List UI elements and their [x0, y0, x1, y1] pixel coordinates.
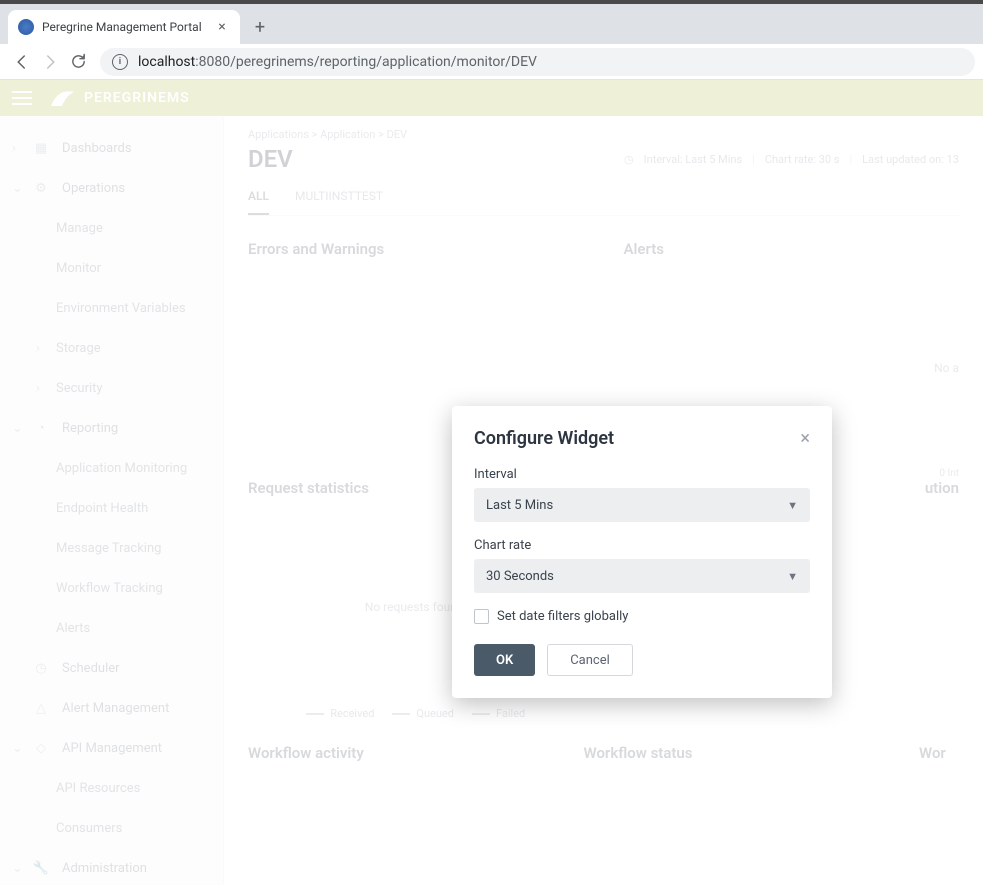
menu-icon[interactable]: [12, 91, 32, 105]
favicon: [18, 19, 34, 35]
global-filter-checkbox-row[interactable]: Set date filters globally: [474, 609, 810, 624]
chart-rate-select[interactable]: 30 Seconds ▼: [474, 559, 810, 593]
interval-select[interactable]: Last 5 Mins ▼: [474, 488, 810, 522]
browser-tab-strip: Peregrine Management Portal × +: [0, 4, 983, 44]
interval-label: Interval: [474, 467, 810, 482]
site-info-icon[interactable]: i: [112, 54, 128, 70]
ok-button[interactable]: OK: [474, 644, 535, 676]
chart-rate-label: Chart rate: [474, 538, 810, 553]
url-port: :8080: [195, 54, 230, 70]
brand-logo-icon: [48, 86, 78, 110]
chevron-down-icon: ▼: [787, 499, 798, 512]
forward-button[interactable]: [36, 48, 64, 76]
close-icon[interactable]: ×: [800, 428, 810, 449]
url-host: localhost: [138, 54, 195, 70]
url-field[interactable]: i localhost:8080/peregrinems/reporting/a…: [100, 48, 975, 76]
address-bar: i localhost:8080/peregrinems/reporting/a…: [0, 44, 983, 80]
close-tab-icon[interactable]: ×: [214, 19, 230, 35]
brand-name: PEREGRINEMS: [84, 90, 190, 106]
chevron-down-icon: ▼: [787, 570, 798, 583]
cancel-button[interactable]: Cancel: [547, 644, 633, 676]
checkbox-icon[interactable]: [474, 609, 489, 624]
app-header: PEREGRINEMS: [0, 80, 983, 116]
back-button[interactable]: [8, 48, 36, 76]
chart-rate-value: 30 Seconds: [486, 569, 554, 584]
reload-button[interactable]: [64, 48, 92, 76]
configure-widget-modal: Configure Widget × Interval Last 5 Mins …: [452, 406, 832, 698]
url-path: /peregrinems/reporting/application/monit…: [230, 54, 537, 70]
interval-value: Last 5 Mins: [486, 498, 553, 513]
tab-title: Peregrine Management Portal: [42, 20, 202, 34]
brand[interactable]: PEREGRINEMS: [48, 86, 190, 110]
browser-tab[interactable]: Peregrine Management Portal ×: [8, 10, 240, 44]
modal-title: Configure Widget: [474, 428, 614, 449]
new-tab-button[interactable]: +: [246, 13, 274, 41]
global-filter-label: Set date filters globally: [497, 609, 628, 624]
